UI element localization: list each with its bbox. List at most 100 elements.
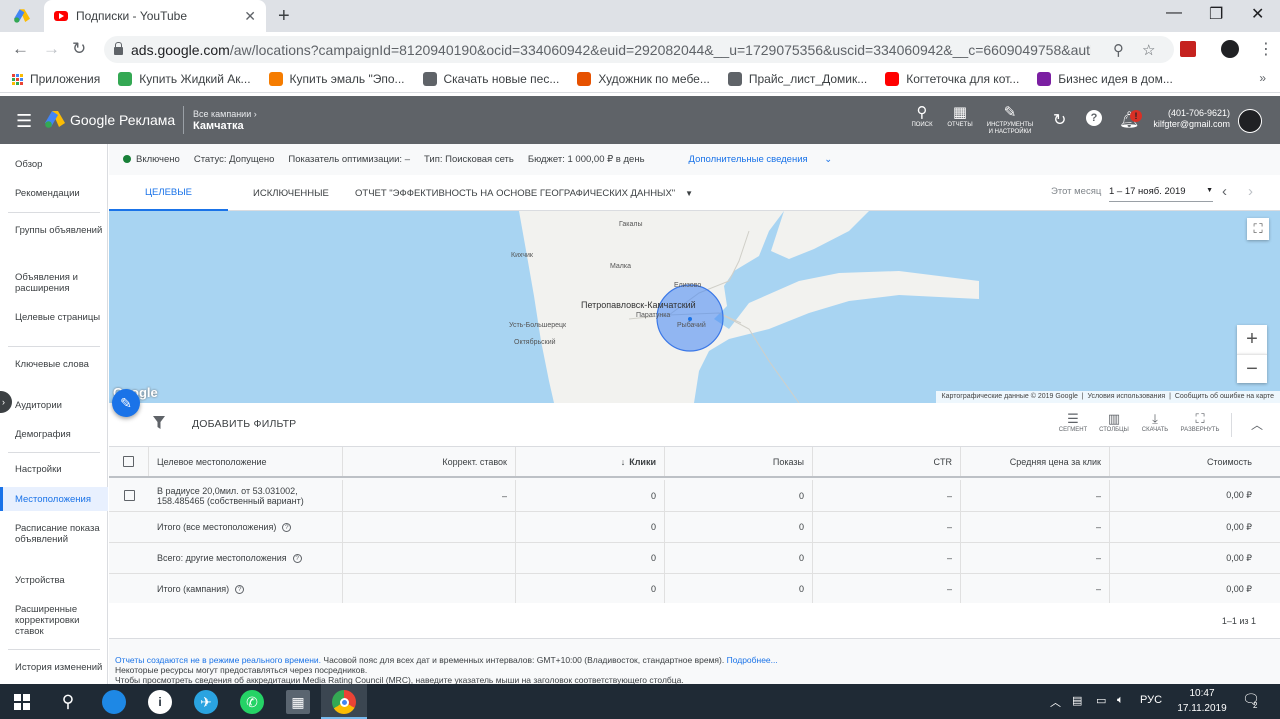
tab-youtube[interactable]: Подписки - YouTube ✕ [44, 0, 266, 32]
sidebar-item-devices[interactable]: Устройства [0, 575, 108, 586]
breadcrumb-parent[interactable]: Все кампании › [193, 109, 257, 119]
keyboard-language[interactable]: РУС [1140, 694, 1162, 706]
ads-brand[interactable]: Google Реклама [70, 112, 175, 128]
sidebar-item-settings[interactable]: Настройки [0, 464, 108, 475]
col-avg-cpc[interactable]: Средняя цена за клик [961, 447, 1110, 476]
new-tab-button[interactable]: + [278, 5, 290, 28]
more-details-link[interactable]: Дополнительные сведения ⌄ [689, 154, 833, 165]
refresh-icon[interactable]: ↻ [1053, 110, 1066, 130]
sidebar-item-landing-pages[interactable]: Целевые страницы [0, 312, 108, 323]
tab-geo-report[interactable]: Отчет "Эффективность на основе географич… [355, 175, 693, 211]
columns-button[interactable]: ▥ Столбцы [1094, 411, 1134, 433]
bookmark-star-icon[interactable]: ☆ [1142, 41, 1155, 59]
app-icon[interactable] [102, 690, 126, 714]
sidebar-item-ads[interactable]: Объявления и расширения [0, 272, 108, 294]
reload-button[interactable]: ↻ [72, 39, 86, 59]
col-impressions[interactable]: Показы [665, 447, 813, 476]
col-location[interactable]: Целевое местоположение [149, 447, 343, 476]
bookmark-4[interactable]: Художник по мебе... [577, 72, 710, 86]
select-all-checkbox[interactable] [123, 456, 134, 467]
maximize-button[interactable]: ❐ [1209, 4, 1223, 24]
expand-button[interactable]: ⛶ Развернуть [1180, 411, 1220, 433]
header-reports-button[interactable]: ▦ отчеты [940, 104, 980, 129]
col-ctr[interactable]: CTR [813, 447, 961, 476]
sidebar-item-locations[interactable]: Местоположения [0, 487, 108, 511]
tray-network-icon[interactable]: ▤ [1072, 694, 1082, 707]
sidebar-item-ad-groups[interactable]: Группы объявлений [0, 225, 108, 236]
windows-start-icon[interactable] [10, 690, 34, 714]
hamburger-menu-icon[interactable]: ☰ [16, 111, 32, 132]
sidebar-item-audiences[interactable]: Аудитории [0, 400, 108, 411]
tray-volume-icon[interactable]: 🔈︎ [1117, 694, 1124, 707]
bookmark-apps[interactable]: Приложения [12, 72, 100, 86]
learn-more-link[interactable]: Подробнее... [727, 655, 778, 665]
chrome-menu-icon[interactable]: ⋮ [1258, 39, 1274, 59]
windows-search-icon[interactable]: ⚲ [56, 690, 80, 714]
download-button[interactable]: ⤓ Скачать [1135, 411, 1175, 433]
close-window-button[interactable]: ✕ [1251, 4, 1264, 24]
edit-pencil-button[interactable]: ✎ [112, 389, 140, 417]
info-app-icon[interactable]: i [148, 690, 172, 714]
help-icon[interactable]: ? [235, 584, 245, 594]
account-info[interactable]: (401-706-9621) kilfgter@gmail.com [1150, 108, 1230, 130]
map-zoom-out-button[interactable]: − [1237, 354, 1267, 383]
forward-button[interactable]: → [43, 39, 60, 59]
collapse-chevron-icon[interactable]: ︿ [1251, 416, 1263, 433]
more-bookmarks-icon[interactable]: » [1259, 71, 1266, 85]
sidebar-item-recommendations[interactable]: Рекомендации [0, 188, 108, 199]
header-search-button[interactable]: ⚲ поиск [902, 104, 942, 129]
back-button[interactable]: ← [12, 39, 29, 59]
map-terms-link[interactable]: Условия использования [1088, 393, 1166, 400]
date-next-icon[interactable]: › [1248, 183, 1253, 200]
address-bar[interactable]: ads.google.com/aw/locations?campaignId=8… [104, 36, 1174, 63]
tab-google-ads[interactable] [0, 0, 44, 32]
help-icon[interactable]: ? [282, 522, 292, 532]
tab-targeted[interactable]: Целевые [109, 175, 228, 211]
whatsapp-icon[interactable]: ✆ [240, 690, 264, 714]
sidebar-item-overview[interactable]: Обзор [0, 159, 108, 170]
telegram-icon[interactable]: ✈ [194, 690, 218, 714]
zoom-search-icon[interactable]: ⚲ [1113, 41, 1124, 59]
bookmark-5[interactable]: Прайс_лист_Домик... [727, 72, 867, 86]
profile-avatar-icon[interactable] [1221, 40, 1239, 58]
taskbar-clock[interactable]: 10:47 17.11.2019 [1172, 686, 1232, 716]
add-filter-button[interactable]: Добавить фильтр [192, 418, 296, 430]
help-icon[interactable]: ? [1086, 110, 1102, 126]
date-prev-icon[interactable]: ‹ [1222, 183, 1227, 200]
bookmark-1[interactable]: Купить Жидкий Ак... [118, 72, 251, 86]
col-clicks[interactable]: ↓ Клики [516, 447, 665, 476]
map-zoom-in-button[interactable]: + [1237, 325, 1267, 354]
map-fullscreen-button[interactable]: ⛶ [1247, 218, 1269, 240]
sidebar-item-change-history[interactable]: История изменений [0, 662, 108, 673]
chrome-icon[interactable] [332, 690, 356, 714]
col-cost[interactable]: Стоимость [1110, 447, 1260, 476]
close-tab-icon[interactable]: ✕ [244, 8, 256, 25]
segment-button[interactable]: ☰ Сегмент [1053, 411, 1093, 433]
bid-adj-cell[interactable]: – [343, 480, 516, 511]
minimize-button[interactable]: — [1166, 4, 1182, 22]
optimization-score[interactable]: Показатель оптимизации: – [288, 154, 410, 165]
sidebar-item-advanced-bid-adjustments[interactable]: Расширенные корректировки ставок [0, 604, 108, 637]
sidebar-item-demographics[interactable]: Демография [0, 429, 108, 440]
help-icon[interactable]: ? [292, 553, 302, 563]
col-bid-adj[interactable]: Коррект. ставок [343, 447, 516, 476]
location-map[interactable]: Гакалы Кихчик Малка Елизово Петропавловс… [109, 211, 1280, 403]
tray-display-icon[interactable]: ▭ [1096, 694, 1106, 707]
realtime-info-link[interactable]: Отчеты создаются не в режиме реального в… [115, 655, 321, 665]
avatar[interactable] [1238, 109, 1262, 133]
campaign-enabled[interactable]: Включено [136, 154, 180, 165]
header-tools-button[interactable]: ✎ инструменты и настройки [984, 104, 1036, 136]
campaign-budget[interactable]: Бюджет: 1 000,00 ₽ в день [528, 154, 645, 165]
bookmark-6[interactable]: Когтеточка для кот... [885, 72, 1019, 86]
map-report-error-link[interactable]: Сообщить об ошибке на карте [1175, 393, 1274, 400]
date-range-picker[interactable]: 1 – 17 нояб. 2019 ▼ [1109, 186, 1213, 202]
row-checkbox[interactable] [123, 490, 135, 501]
calculator-icon[interactable]: ▦ [286, 690, 310, 714]
tab-excluded[interactable]: Исключенные [253, 175, 329, 211]
tray-expand-icon[interactable]: ︿ [1050, 694, 1061, 710]
pdf-extension-icon[interactable] [1180, 41, 1196, 57]
sidebar-item-keywords[interactable]: Ключевые слова [0, 359, 108, 370]
breadcrumb-current[interactable]: Камчатка [193, 120, 244, 132]
filter-icon[interactable] [153, 416, 165, 429]
sidebar-item-ad-schedule[interactable]: Расписание показа объявлений [0, 523, 108, 545]
